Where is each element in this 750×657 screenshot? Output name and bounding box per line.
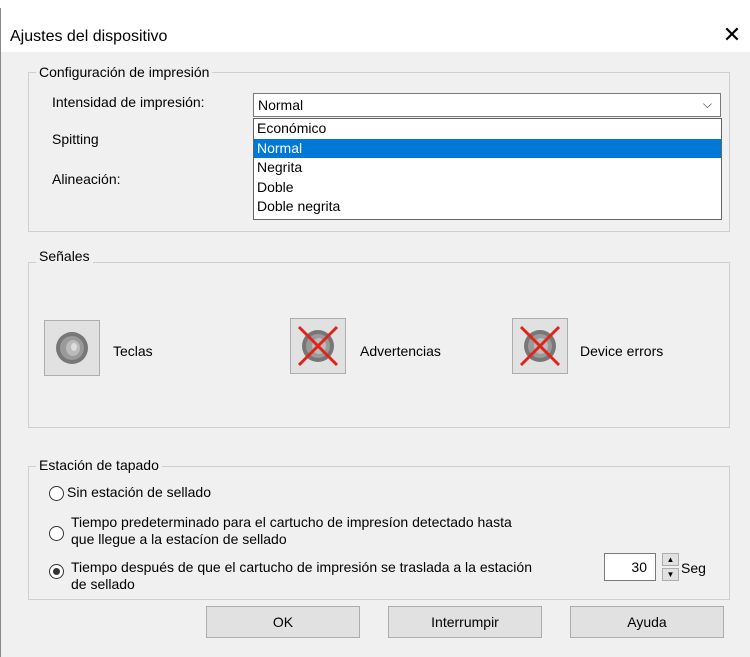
left-edge [0,8,1,657]
top-border [0,0,750,8]
window-title: Ajustes del dispositivo [10,28,168,45]
speaker-muted-icon [297,325,339,367]
spin-down-icon[interactable]: ▼ [662,568,679,581]
default-time-label-line2: que llegue a la estacíon de sellado [71,531,287,547]
device-settings-dialog: Ajustes del dispositivo ✕ Configuración … [0,0,750,657]
ok-button[interactable]: OK [206,606,360,638]
speaker-icon [56,332,88,364]
spitting-label: Spitting [52,131,99,147]
alignment-label: Alineación: [52,171,121,187]
intensity-option[interactable]: Doble [254,178,721,198]
chevron-down-icon[interactable]: ⌵ [703,97,712,112]
intensity-option[interactable]: Normal [254,138,721,158]
time-after-label-line1: Tiempo después de que el cartucho de imp… [71,559,532,575]
no-seal-radio[interactable] [49,486,64,501]
intensity-option[interactable]: Negrita [254,158,721,178]
spin-up-icon[interactable]: ▲ [662,553,679,566]
time-after-radio[interactable] [49,564,64,579]
default-time-label-line1: Tiempo predeterminado para el cartucho d… [71,514,512,530]
print-config-legend: Configuración de impresión [36,64,213,80]
warnings-label: Advertencias [360,343,441,359]
time-after-label-line2: de sellado [71,576,135,592]
radio-dot [53,568,60,575]
capping-legend: Estación de tapado [36,457,162,473]
default-time-radio[interactable] [49,526,64,541]
keys-label: Teclas [113,343,153,359]
intensity-value: Normal [258,97,304,113]
warnings-sound-button[interactable] [290,318,346,374]
cancel-button[interactable]: Interrumpir [388,606,542,638]
intensity-option[interactable]: Doble negrita [254,197,721,217]
help-button[interactable]: Ayuda [570,606,724,638]
title-bar: Ajustes del dispositivo ✕ [0,8,750,52]
intensity-label: Intensidad de impresión: [52,94,205,110]
seconds-unit: Seg [681,560,706,576]
seconds-value: 30 [631,559,647,575]
device-errors-label: Device errors [580,343,664,359]
intensity-dropdown-list[interactable]: Económico Normal Negrita Doble Doble negrita [253,118,722,220]
signals-legend: Señales [36,248,93,264]
seconds-spinner[interactable]: ▲ ▼ [662,553,679,581]
keys-sound-button[interactable] [44,320,100,376]
close-icon[interactable]: ✕ [720,23,744,47]
speaker-muted-icon [519,325,561,367]
seconds-input[interactable]: 30 [604,553,656,581]
intensity-option[interactable]: Económico [254,119,721,139]
no-seal-label: Sin estación de sellado [67,484,211,500]
intensity-combobox[interactable]: Normal ⌵ [253,93,721,117]
device-errors-sound-button[interactable] [512,318,568,374]
